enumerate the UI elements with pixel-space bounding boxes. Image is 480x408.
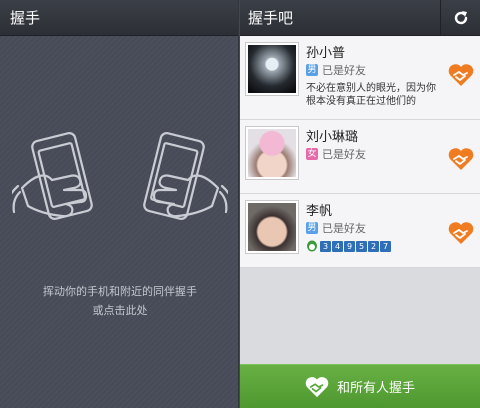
friend-list: 孙小普 男 已是好友 不必在意别人的眼光，因为你根本没有真正在过他们的 刘小琳璐… [240,36,480,268]
friend-name: 刘小琳璐 [306,130,359,145]
handshake-heart-icon[interactable] [448,63,474,87]
qq-digit: 7 [380,240,391,252]
qq-penguin-icon [307,240,317,252]
shake-hint: 挥动你的手机和附近的同伴握手 [43,285,197,298]
handshake-heart-icon[interactable] [448,221,474,245]
avatar [246,201,298,253]
list-item[interactable]: 李帆 男 已是好友 3 4 9 5 2 7 [240,194,480,268]
refresh-icon [454,11,467,25]
handshake-heart-icon[interactable] [448,147,474,171]
qq-digit: 5 [356,240,367,252]
handshake-pane[interactable]: 握手 挥动你的手机和附近的同伴握手 或点击此处 [0,0,240,408]
qq-digit: 3 [320,240,331,252]
shake-all-button[interactable]: 和所有人握手 [240,364,480,408]
qq-digit: 2 [368,240,379,252]
qq-digit: 4 [332,240,343,252]
male-badge-icon: 男 [306,64,318,76]
page-title: 握手 [0,0,240,36]
handshake-heart-icon [305,376,329,397]
tap-hint[interactable]: 或点击此处 [0,302,240,318]
friend-status: 女 已是好友 [306,146,366,162]
list-item[interactable]: 孙小普 男 已是好友 不必在意别人的眼光，因为你根本没有真正在过他们的 [240,36,480,120]
friends-pane: 握手吧 孙小普 男 已是好友 不必在意别人的眼光，因为你根本没有真正在过他们的 [240,0,480,408]
qq-number: 3 4 9 5 2 7 [306,240,392,252]
pane-title: 握手吧 [248,9,294,27]
friend-status: 男 已是好友 [306,62,366,78]
avatar [246,127,298,179]
friend-signature: 不必在意别人的眼光，因为你根本没有真正在过他们的 [306,83,436,107]
shake-all-label: 和所有人握手 [336,381,415,396]
friend-name: 孙小普 [306,46,346,61]
status-text: 已是好友 [322,64,366,77]
shaking-phones-illustration [12,132,228,220]
qq-digit: 9 [344,240,355,252]
status-text: 已是好友 [322,148,366,161]
friend-status: 男 已是好友 [306,220,366,236]
list-item[interactable]: 刘小琳璐 女 已是好友 [240,120,480,194]
female-badge-icon: 女 [306,148,318,160]
avatar [246,43,298,95]
male-badge-icon: 男 [306,222,318,234]
status-text: 已是好友 [322,222,366,235]
refresh-button[interactable] [440,0,480,36]
friend-name: 李帆 [306,204,333,219]
